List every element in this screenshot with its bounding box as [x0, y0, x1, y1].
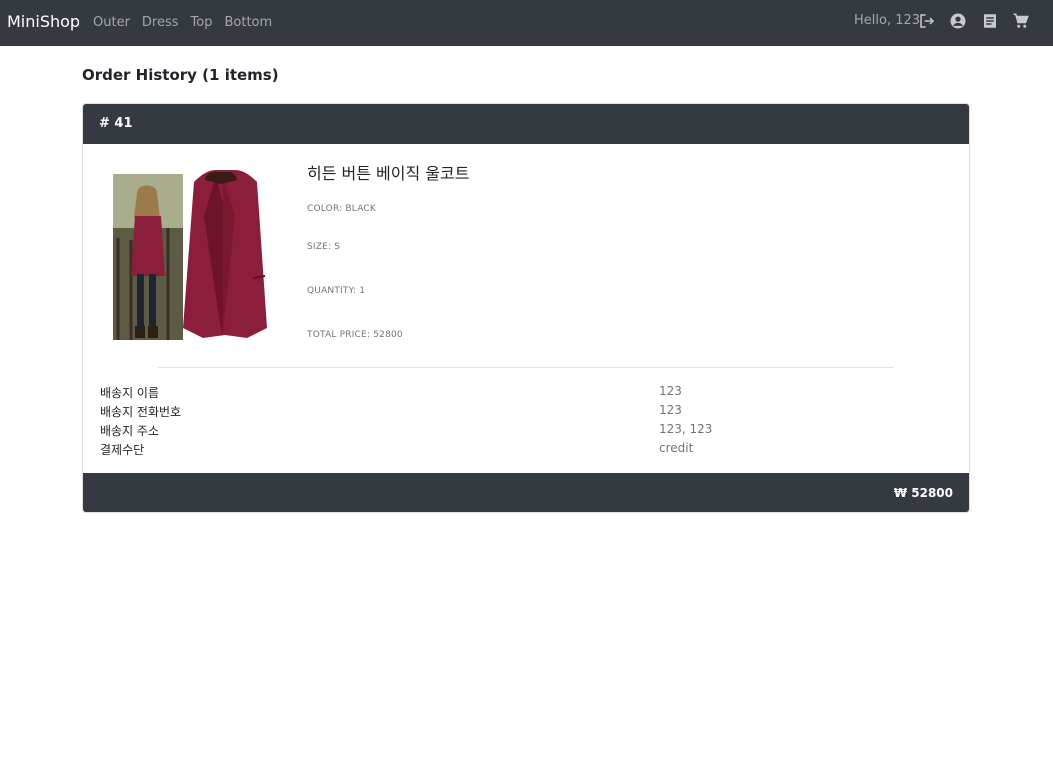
- shipping-name-row: 배송지 이름 123: [100, 384, 960, 402]
- product-name[interactable]: 히든 버튼 베이직 울코트: [307, 160, 469, 184]
- product-size: SIZE: S: [307, 242, 341, 252]
- divider: [158, 367, 894, 368]
- category-nav: Outer Dress Top Bottom: [93, 15, 284, 30]
- order-total: ₩ 52800: [893, 486, 953, 500]
- orders-icon[interactable]: [981, 12, 999, 30]
- shipping-address-row: 배송지 주소 123, 123: [100, 422, 960, 440]
- shipping-address-label: 배송지 주소: [100, 424, 160, 438]
- top-navbar: MiniShop Outer Dress Top Bottom Hello, 1…: [0, 0, 1053, 46]
- product-image[interactable]: [113, 168, 283, 346]
- logout-icon[interactable]: [918, 12, 936, 30]
- order-header: # 41: [83, 104, 969, 144]
- shipping-phone-label: 배송지 전화번호: [100, 405, 182, 419]
- page-title: Order History (1 items): [82, 66, 279, 84]
- account-icon[interactable]: [949, 12, 967, 30]
- payment-method-value: credit: [659, 441, 694, 455]
- nav-link-dress[interactable]: Dress: [142, 15, 179, 30]
- cart-icon[interactable]: [1012, 12, 1030, 30]
- order-number: # 41: [99, 116, 133, 131]
- shipping-name-label: 배송지 이름: [100, 386, 160, 400]
- shipping-name-value: 123: [659, 384, 682, 398]
- nav-link-outer[interactable]: Outer: [93, 15, 130, 30]
- shipping-address-value: 123, 123: [659, 422, 713, 436]
- order-card: # 41 히든 버튼 베이직 울코트 COLOR: BLACK SIZE: S …: [82, 103, 970, 513]
- product-color: COLOR: BLACK: [307, 204, 376, 214]
- payment-method-row: 결제수단 credit: [100, 441, 960, 459]
- nav-link-top[interactable]: Top: [191, 15, 213, 30]
- product-quantity: QUANTITY: 1: [307, 286, 366, 296]
- shipping-phone-value: 123: [659, 403, 682, 417]
- shipping-phone-row: 배송지 전화번호 123: [100, 403, 960, 421]
- nav-link-bottom[interactable]: Bottom: [224, 15, 272, 30]
- order-footer: ₩ 52800: [83, 473, 969, 512]
- product-total-price: TOTAL PRICE: 52800: [307, 330, 403, 340]
- payment-method-label: 결제수단: [100, 443, 145, 457]
- brand-logo[interactable]: MiniShop: [7, 12, 80, 31]
